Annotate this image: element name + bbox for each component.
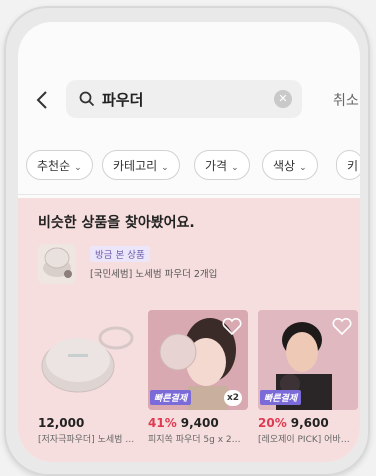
product-card[interactable]: 12,000 [저자극파우더] 노세범 … — [38, 310, 138, 445]
filter-chip-label: 카테고리 — [113, 159, 158, 173]
fast-checkout-tag: 빠른결제 — [260, 390, 302, 405]
filter-chip-category[interactable]: 카테고리 ⌄ — [102, 150, 180, 180]
search-input[interactable]: 파우더 ✕ — [66, 80, 302, 118]
recently-viewed-item[interactable]: 방금 본 상품 [국민세범] 노세범 파우더 2개입 — [38, 244, 338, 290]
fast-checkout-tag: 빠른결제 — [150, 390, 192, 405]
filter-chip-color[interactable]: 색상 ⌄ — [262, 150, 318, 180]
discount-rate: 41% — [148, 416, 177, 430]
search-icon — [79, 91, 95, 107]
price-row: 41% 9,400 — [148, 416, 248, 430]
back-arrow-icon[interactable] — [34, 90, 52, 110]
divider — [18, 194, 360, 195]
chevron-down-icon: ⌄ — [161, 163, 169, 173]
filter-chip-label: 색상 — [273, 159, 296, 173]
product-name: [레오제이 PICK] 어바… — [258, 435, 350, 445]
product-card[interactable]: 빠른결제 20% 9,600 [레오제이 PICK] 어바… — [258, 310, 358, 445]
price-row: 20% 9,600 — [258, 416, 358, 430]
chevron-down-icon: ⌄ — [299, 163, 307, 173]
recent-product-thumbnail — [38, 244, 76, 284]
app-screen: 파우더 ✕ 취소 추천순⌄ 카테고리⌄ 가격⌄ 색상⌄ 키 비슷한 상품 — [18, 22, 360, 462]
heart-icon[interactable] — [332, 318, 352, 336]
section-title: 비슷한 상품을 찾아봤어요. — [38, 215, 195, 231]
filter-chip-more[interactable]: 키 — [336, 150, 360, 180]
search-header: 파우더 ✕ 취소 — [18, 76, 360, 124]
filter-chip-label: 추천순 — [37, 159, 71, 173]
product-name: 피지쏙 파우더 5g x 2… — [148, 435, 241, 445]
chevron-down-icon: ⌄ — [231, 163, 239, 173]
product-card[interactable]: 빠른결제 x2 41% 9,400 피지쏙 파우더 5g x 2… — [148, 310, 248, 445]
search-query: 파우더 — [102, 91, 144, 109]
recent-badge: 방금 본 상품 — [90, 246, 150, 262]
chevron-down-icon: ⌄ — [74, 163, 82, 173]
clear-icon[interactable]: ✕ — [274, 90, 292, 108]
product-image: 빠른결제 x2 — [148, 310, 248, 410]
quantity-badge: x2 — [224, 390, 242, 406]
filter-chip-label: 키 — [347, 159, 359, 173]
product-carousel: 12,000 [저자극파우더] 노세범 … 빠른결제 x2 41% 9,400 … — [38, 310, 360, 462]
price: 9,400 — [180, 416, 219, 430]
cancel-button[interactable]: 취소 — [333, 90, 359, 110]
filter-chip-sort[interactable]: 추천순 ⌄ — [26, 150, 93, 180]
discount-rate: 20% — [258, 416, 287, 430]
similar-products-section: 비슷한 상품을 찾아봤어요. 방금 본 상품 [국민세범] 노세범 파우더 2개… — [18, 198, 360, 462]
heart-icon[interactable] — [222, 318, 242, 336]
product-image — [38, 310, 138, 410]
phone-frame: 파우더 ✕ 취소 추천순⌄ 카테고리⌄ 가격⌄ 색상⌄ 키 비슷한 상품 — [4, 6, 370, 476]
product-name: [저자극파우더] 노세범 … — [38, 435, 135, 445]
price: 12,000 — [38, 416, 85, 430]
filter-chip-bar: 추천순 ⌄ 카테고리 ⌄ 가격 ⌄ 색상 ⌄ 키 — [18, 150, 360, 184]
filter-chip-price[interactable]: 가격 ⌄ — [194, 150, 250, 180]
filter-chip-label: 가격 — [205, 159, 228, 173]
price: 9,600 — [290, 416, 329, 430]
price-row: 12,000 — [38, 416, 138, 430]
product-image: 빠른결제 — [258, 310, 358, 410]
recent-product-name: [국민세범] 노세범 파우더 2개입 — [90, 269, 218, 280]
